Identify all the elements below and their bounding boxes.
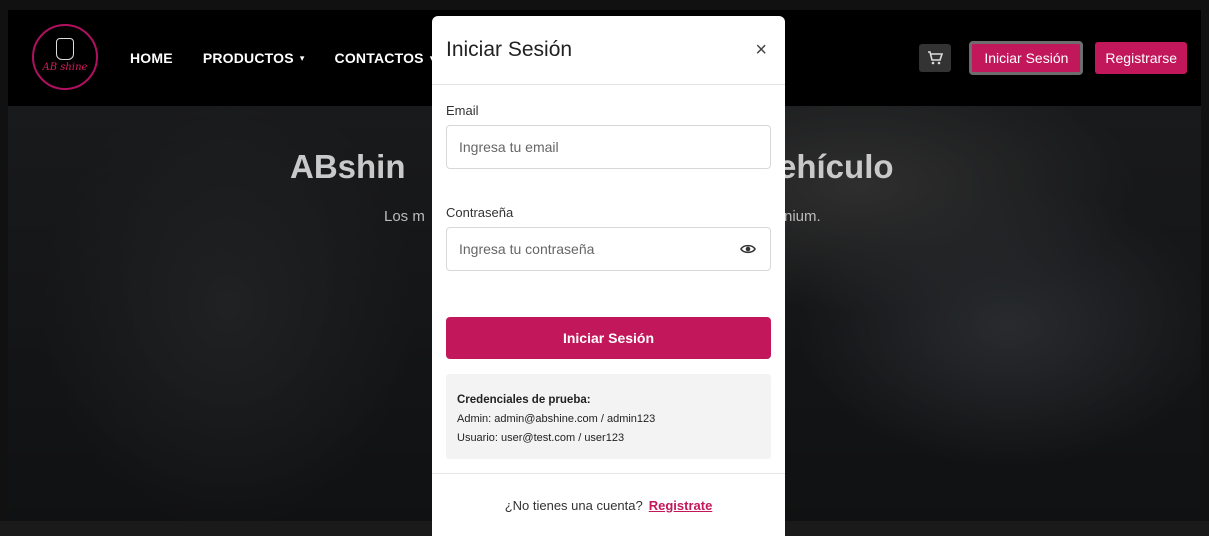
footer-text: ¿No tienes una cuenta?: [504, 497, 643, 513]
nav-link-home[interactable]: HOME: [130, 50, 173, 66]
logo-text: AB shine: [42, 61, 88, 73]
credentials-user: Usuario: user@test.com / user123: [457, 432, 625, 444]
hero-title-fragment: ehículo: [778, 148, 894, 185]
close-icon[interactable]: ×: [755, 39, 767, 62]
password-field[interactable]: [446, 227, 771, 271]
eye-icon[interactable]: [740, 242, 756, 256]
test-credentials-box: Credenciales de prueba: Admin: admin@abs…: [446, 374, 771, 459]
credentials-admin: Admin: admin@abshine.com / admin123: [457, 413, 656, 425]
login-modal: Iniciar Sesión × Email Contraseña Inicia…: [432, 16, 785, 536]
cart-icon: [928, 51, 944, 65]
nav-link-label: HOME: [130, 50, 173, 66]
nav-link-label: CONTACTOS: [334, 50, 424, 66]
hero-subtitle-fragment: nium.: [784, 208, 821, 225]
modal-header: Iniciar Sesión ×: [432, 16, 785, 85]
register-button[interactable]: Registrarse: [1095, 42, 1187, 74]
nav-link-productos[interactable]: PRODUCTOS ▾: [203, 50, 305, 66]
logo-icon: [56, 37, 74, 60]
hero-subtitle-fragment: Los m: [384, 208, 425, 225]
email-field[interactable]: [446, 125, 771, 169]
nav-link-contactos[interactable]: CONTACTOS ▾: [335, 50, 435, 66]
hero-title-fragment: ABshin: [290, 148, 406, 185]
credentials-title: Credenciales de prueba:: [457, 394, 591, 406]
modal-title: Iniciar Sesión: [446, 38, 573, 61]
register-link[interactable]: Registrate: [649, 498, 713, 513]
brand-logo[interactable]: AB shine: [32, 24, 98, 90]
nav-links: HOME PRODUCTOS ▾ CONTACTOS ▾: [130, 10, 434, 106]
email-label: Email: [446, 103, 479, 118]
password-label: Contraseña: [446, 205, 514, 220]
submit-login-button[interactable]: Iniciar Sesión: [446, 317, 771, 359]
login-button[interactable]: Iniciar Sesión: [969, 41, 1084, 75]
modal-footer: ¿No tienes una cuenta? Registrate: [432, 473, 785, 536]
nav-link-label: PRODUCTOS: [202, 50, 294, 66]
chevron-down-icon: ▾: [299, 52, 305, 63]
cart-button[interactable]: [919, 44, 952, 72]
nav-actions: Iniciar Sesión Registrarse: [919, 10, 1187, 106]
